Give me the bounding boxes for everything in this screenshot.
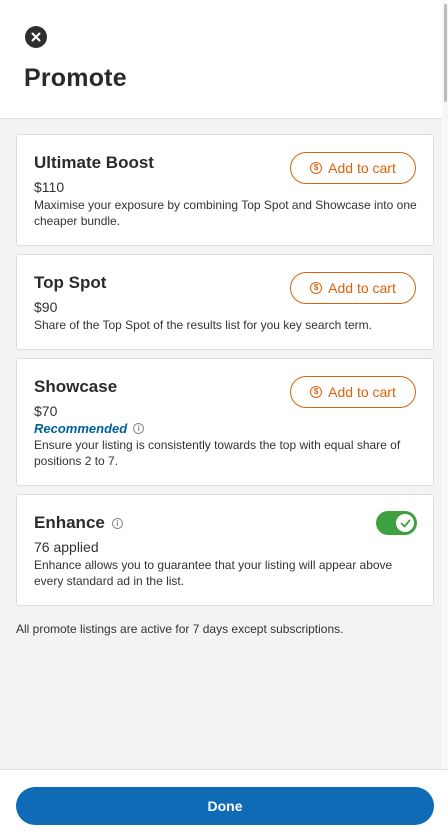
card-price: $70: [34, 403, 58, 419]
footnote: All promote listings are active for 7 da…: [16, 622, 344, 636]
card-title: Showcase: [34, 377, 118, 396]
card-title: Ultimate Boost: [34, 153, 154, 172]
card-description: Share of the Top Spot of the results lis…: [34, 318, 372, 332]
coin-icon: $: [310, 386, 323, 398]
coin-icon: $: [310, 282, 323, 294]
info-icon[interactable]: i: [111, 517, 123, 529]
card-description: Enhance allows you to guarantee that you…: [34, 558, 393, 588]
add-to-cart-label: Add to cart: [328, 280, 396, 296]
coin-icon: $: [310, 162, 323, 174]
card-description: Maximise your exposure by combining Top …: [34, 198, 417, 228]
card-price: $90: [34, 299, 58, 315]
card-title: Enhance i: [34, 513, 123, 533]
card-description: Ensure your listing is consistently towa…: [34, 438, 401, 468]
enhance-toggle[interactable]: [376, 511, 417, 535]
toggle-knob: [396, 514, 414, 532]
add-to-cart-button[interactable]: $ Add to cart: [290, 272, 416, 304]
recommended-badge: Recommended i: [34, 421, 145, 436]
add-to-cart-label: Add to cart: [328, 384, 396, 400]
card-title-label: Enhance: [34, 513, 105, 532]
add-to-cart-button[interactable]: $ Add to cart: [290, 376, 416, 408]
close-icon: [31, 32, 41, 42]
applied-count: 76 applied: [34, 539, 99, 555]
recommended-label: Recommended: [34, 421, 128, 436]
footer: Done: [0, 769, 448, 836]
header: Promote: [0, 0, 448, 119]
card-title: Top Spot: [34, 273, 107, 292]
promo-card-top-spot: Top Spot $90 Share of the Top Spot of th…: [16, 254, 434, 350]
close-button[interactable]: [25, 26, 47, 48]
add-to-cart-button[interactable]: $ Add to cart: [290, 152, 416, 184]
scrollbar[interactable]: [442, 0, 448, 836]
promo-card-showcase: Showcase $70 Recommended i Ensure your l…: [16, 358, 434, 486]
card-price: $110: [34, 179, 65, 195]
page-title: Promote: [24, 64, 127, 92]
scrollbar-thumb[interactable]: [444, 4, 447, 102]
promo-card-enhance: Enhance i 76 applied Enhance allows you …: [16, 494, 434, 606]
promo-card-ultimate-boost: Ultimate Boost $110 Maximise your exposu…: [16, 134, 434, 246]
add-to-cart-label: Add to cart: [328, 160, 396, 176]
done-button[interactable]: Done: [16, 787, 434, 825]
check-icon: [400, 519, 410, 527]
info-icon[interactable]: i: [133, 423, 145, 434]
